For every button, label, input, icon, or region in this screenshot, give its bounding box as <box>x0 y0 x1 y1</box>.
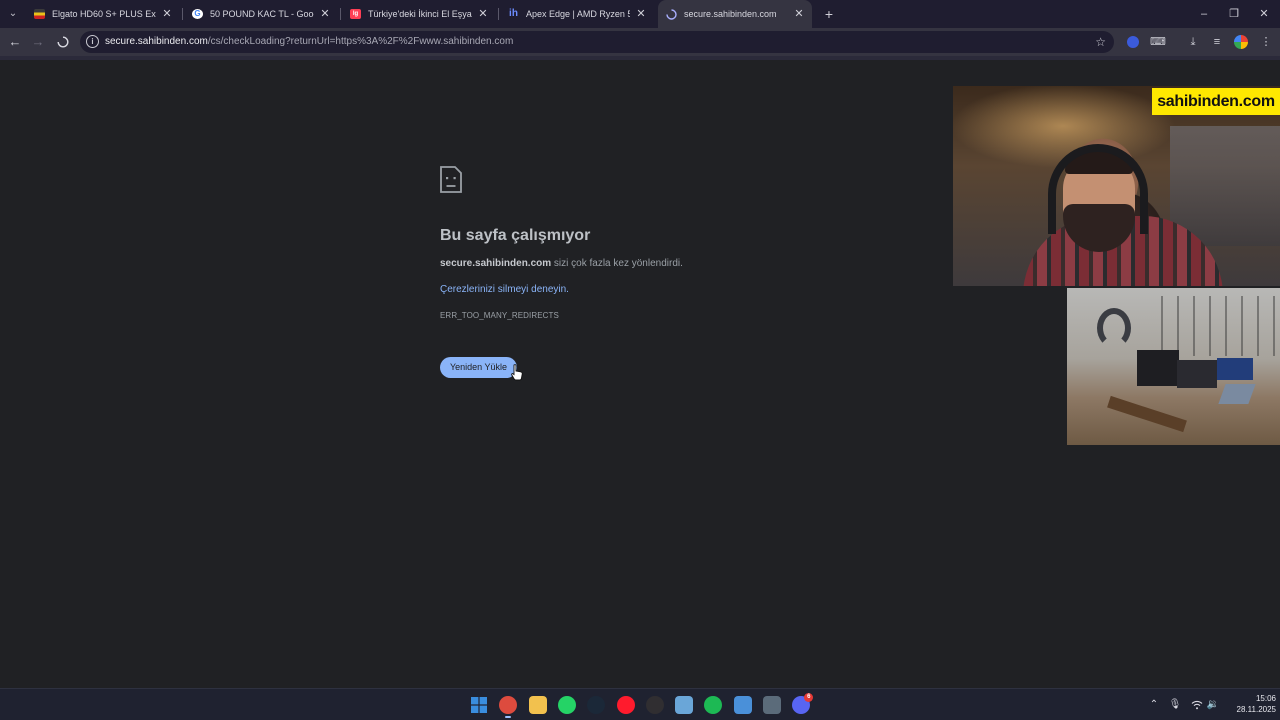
url-host: secure.sahibinden.com <box>105 36 208 47</box>
site-info-icon[interactable]: i <box>86 35 99 48</box>
close-icon[interactable]: ✕ <box>318 2 332 26</box>
extensions-puzzle-icon[interactable]: ⌨ <box>1149 33 1167 51</box>
obs-icon[interactable] <box>645 696 664 714</box>
address-bar[interactable]: i secure.sahibinden.com/cs/checkLoading?… <box>80 31 1114 53</box>
sahibinden-brand-badge: sahibinden.com <box>1152 88 1280 115</box>
letgo-favicon-icon: lg <box>350 9 361 19</box>
discord-notification-badge: 6 <box>804 693 814 702</box>
hand-pointer-cursor-icon <box>511 364 523 381</box>
tab-elgato[interactable]: Elgato HD60 S+ PLUS External ✕ <box>26 2 180 26</box>
clear-cookies-link[interactable]: Çerezlerinizi silmeyi deneyin. <box>440 284 569 295</box>
browser-toolbar: ← → i secure.sahibinden.com/cs/checkLoad… <box>0 28 1280 56</box>
tab-title: Türkiye'deki İkinci El Eşyaları Al <box>368 9 472 19</box>
windows-taskbar: 6 ⌃ 🎙 🔉 <box>0 688 1280 720</box>
extension-circle-icon[interactable] <box>1124 33 1142 51</box>
microphone-icon[interactable]: 🎙 <box>1168 697 1182 713</box>
content-top-edge <box>0 56 1280 60</box>
error-description: secure.sahibinden.com sizi çok fazla kez… <box>440 258 683 269</box>
close-icon[interactable]: ✕ <box>160 2 174 26</box>
sad-page-icon <box>440 166 462 193</box>
forward-arrow-icon[interactable]: → <box>28 32 48 52</box>
desk-cam-device <box>1177 360 1217 388</box>
new-tab-plus-icon[interactable]: + <box>820 5 838 23</box>
spotify-icon[interactable] <box>704 696 723 714</box>
reload-button[interactable]: Yeniden Yükle <box>440 357 517 378</box>
windows-start-icon[interactable] <box>470 696 488 714</box>
tab-separator <box>340 8 341 20</box>
tab-separator <box>182 8 183 20</box>
tab-title: secure.sahibinden.com <box>684 9 777 19</box>
tray-overflow-chevron-icon[interactable]: ⌃ <box>1147 697 1161 713</box>
desk-cam-plank <box>1107 395 1187 433</box>
tab-apex[interactable]: ih Apex Edge | AMD Ryzen 5 7500 ✕ <box>500 2 654 26</box>
whatsapp-icon[interactable] <box>557 696 576 714</box>
tab-title: Apex Edge | AMD Ryzen 5 7500 <box>526 9 630 19</box>
error-host: secure.sahibinden.com <box>440 258 552 269</box>
webcam-headset <box>1048 144 1148 234</box>
url-path: /cs/checkLoading?returnUrl=https%3A%2F%2… <box>207 36 514 47</box>
tab-google[interactable]: G 50 POUND KAC TL - Google'da ✕ <box>184 2 338 26</box>
webcam-face-overlay <box>953 86 1280 286</box>
desk-cam-headphones <box>1097 308 1131 348</box>
file-explorer-icon[interactable] <box>528 696 547 714</box>
elgato-favicon-icon <box>34 9 45 19</box>
close-icon[interactable]: ✕ <box>634 2 648 26</box>
tab-separator <box>498 8 499 20</box>
desk-cam-railing <box>1147 296 1280 356</box>
running-indicator <box>505 716 512 718</box>
tab-strip: ⌄ Elgato HD60 S+ PLUS External ✕ G 50 PO… <box>0 0 1280 28</box>
close-icon[interactable]: ✕ <box>792 0 806 28</box>
apex-favicon-icon: ih <box>509 8 518 19</box>
volume-icon[interactable]: 🔉 <box>1206 697 1220 713</box>
error-message: sizi çok fazla kez yönlendirdi. <box>551 258 683 269</box>
close-icon[interactable]: ✕ <box>476 2 490 26</box>
wifi-icon[interactable] <box>1190 697 1204 713</box>
window-close-icon[interactable]: ✕ <box>1248 0 1280 28</box>
profile-avatar-icon[interactable] <box>1232 33 1250 51</box>
tab-title: 50 POUND KAC TL - Google'da <box>210 9 314 19</box>
tab-sahibinden[interactable]: secure.sahibinden.com ✕ <box>658 0 812 28</box>
desk-cam-tablet <box>1218 384 1256 404</box>
chrome-icon[interactable] <box>499 696 518 714</box>
bookmark-star-icon[interactable]: ☆ <box>1095 31 1106 53</box>
minimize-icon[interactable]: – <box>1188 0 1220 28</box>
desk-cam-device <box>1217 358 1253 380</box>
webcam-desk-overlay <box>1067 288 1280 445</box>
menu-kebab-icon[interactable]: ⋮ <box>1257 33 1275 51</box>
clock-date[interactable]: 28.11.2025 <box>1226 705 1276 714</box>
restore-icon[interactable]: ❐ <box>1218 0 1250 28</box>
loading-spinner-icon <box>666 9 677 20</box>
google-favicon-icon: G <box>192 9 203 19</box>
error-code: ERR_TOO_MANY_REDIRECTS <box>440 311 559 320</box>
notepad-icon[interactable] <box>733 696 752 714</box>
settings-gear-icon[interactable] <box>675 696 694 714</box>
tab-search-chevron-icon[interactable]: ⌄ <box>4 5 22 23</box>
address-url: secure.sahibinden.com/cs/checkLoading?re… <box>105 31 513 53</box>
opera-icon[interactable] <box>616 696 635 714</box>
desk-cam-device <box>1137 350 1179 386</box>
media-control-icon[interactable]: ≡ <box>1208 33 1226 51</box>
stop-loading-icon[interactable] <box>53 32 73 52</box>
tab-letgo[interactable]: lg Türkiye'deki İkinci El Eşyaları Al ✕ <box>342 2 496 26</box>
steam-icon[interactable] <box>587 696 606 714</box>
clock-time[interactable]: 15:06 <box>1242 694 1276 703</box>
error-title: Bu sayfa çalışmıyor <box>440 227 591 244</box>
back-arrow-icon[interactable]: ← <box>5 32 25 52</box>
tab-title: Elgato HD60 S+ PLUS External <box>52 9 156 19</box>
download-icon[interactable]: ⤓ <box>1184 33 1202 51</box>
calculator-icon[interactable] <box>763 696 781 714</box>
